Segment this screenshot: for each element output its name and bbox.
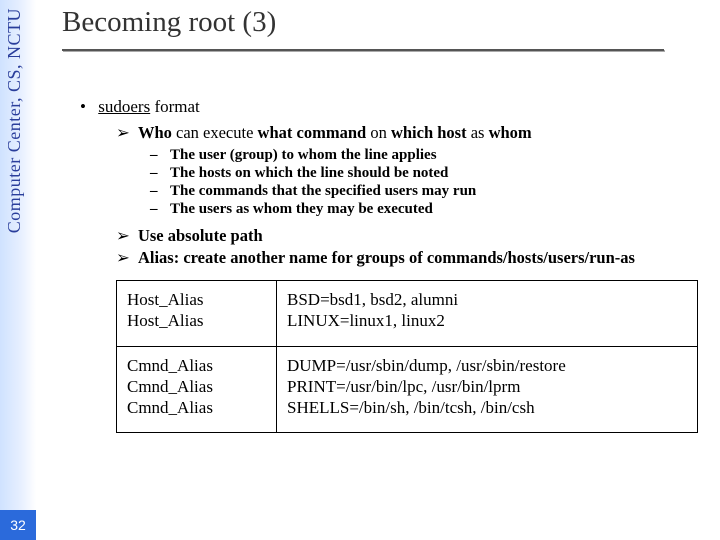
text-cmnd-alias: Cmnd_Alias [127,397,266,418]
bullet-dot-icon: • [80,97,94,117]
dash-list: –The user (group) to whom the line appli… [150,147,708,218]
text-linux: LINUX=linux1, linux2 [287,310,687,331]
text-cmnd-alias: Cmnd_Alias [127,355,266,376]
text-dump: DUMP=/usr/sbin/dump, /usr/sbin/restore [287,355,687,376]
sidebar-org-text: Computer Center, CS, NCTU [4,8,25,233]
text-mid1: can execute [172,123,258,142]
text-which-host: which host [391,123,467,142]
slide-body: • sudoers format ➢ Who can execute what … [80,97,708,433]
sub-rules: ➢ Use absolute path ➢ Alias: create anot… [116,226,708,268]
alias-table: Host_Alias Host_Alias BSD=bsd1, bsd2, al… [116,280,698,433]
slide-content: Becoming root (3) • sudoers format ➢ Who… [62,6,708,433]
rule-absolute-path: Use absolute path [138,226,263,245]
cell-host-alias-key: Host_Alias Host_Alias [117,281,277,347]
slide-title: Becoming root (3) [62,6,708,43]
text-host-alias: Host_Alias [127,289,266,310]
page-number: 32 [0,510,36,540]
arrow-icon: ➢ [116,227,130,245]
dash-icon: – [150,183,170,200]
dash-item-4: The users as whom they may be executed [170,201,433,217]
sub-who-line: ➢ Who can execute what command on which … [116,123,708,218]
cell-host-alias-val: BSD=bsd1, bsd2, alumni LINUX=linux1, lin… [277,281,698,347]
dash-item-2: The hosts on which the line should be no… [170,165,448,181]
table-row: Cmnd_Alias Cmnd_Alias Cmnd_Alias DUMP=/u… [117,346,698,433]
text-what-command: what command [258,123,367,142]
text-who: Who [138,123,172,142]
text-shells: SHELLS=/bin/sh, /bin/tcsh, /bin/csh [287,397,687,418]
bullet-sudoers-format: • sudoers format [80,97,708,117]
dash-icon: – [150,165,170,182]
text-cmnd-alias: Cmnd_Alias [127,376,266,397]
dash-icon: – [150,201,170,218]
text-format: format [150,97,200,116]
title-underline [62,49,664,51]
arrow-icon: ➢ [116,124,130,142]
cell-cmnd-alias-val: DUMP=/usr/sbin/dump, /usr/sbin/restore P… [277,346,698,433]
cell-cmnd-alias-key: Cmnd_Alias Cmnd_Alias Cmnd_Alias [117,346,277,433]
dash-icon: – [150,147,170,164]
dash-item-3: The commands that the specified users ma… [170,183,476,199]
text-sudoers: sudoers [98,97,150,116]
arrow-icon: ➢ [116,249,130,267]
sidebar-gradient: Computer Center, CS, NCTU [0,0,36,540]
table-row: Host_Alias Host_Alias BSD=bsd1, bsd2, al… [117,281,698,347]
text-bsd: BSD=bsd1, bsd2, alumni [287,289,687,310]
rule-alias: Alias: create another name for groups of… [138,248,635,267]
text-print: PRINT=/usr/bin/lpc, /usr/bin/lprm [287,376,687,397]
dash-item-1: The user (group) to whom the line applie… [170,147,437,163]
text-host-alias: Host_Alias [127,310,266,331]
text-mid3: as [467,123,489,142]
text-whom: whom [489,123,532,142]
text-mid2: on [366,123,391,142]
